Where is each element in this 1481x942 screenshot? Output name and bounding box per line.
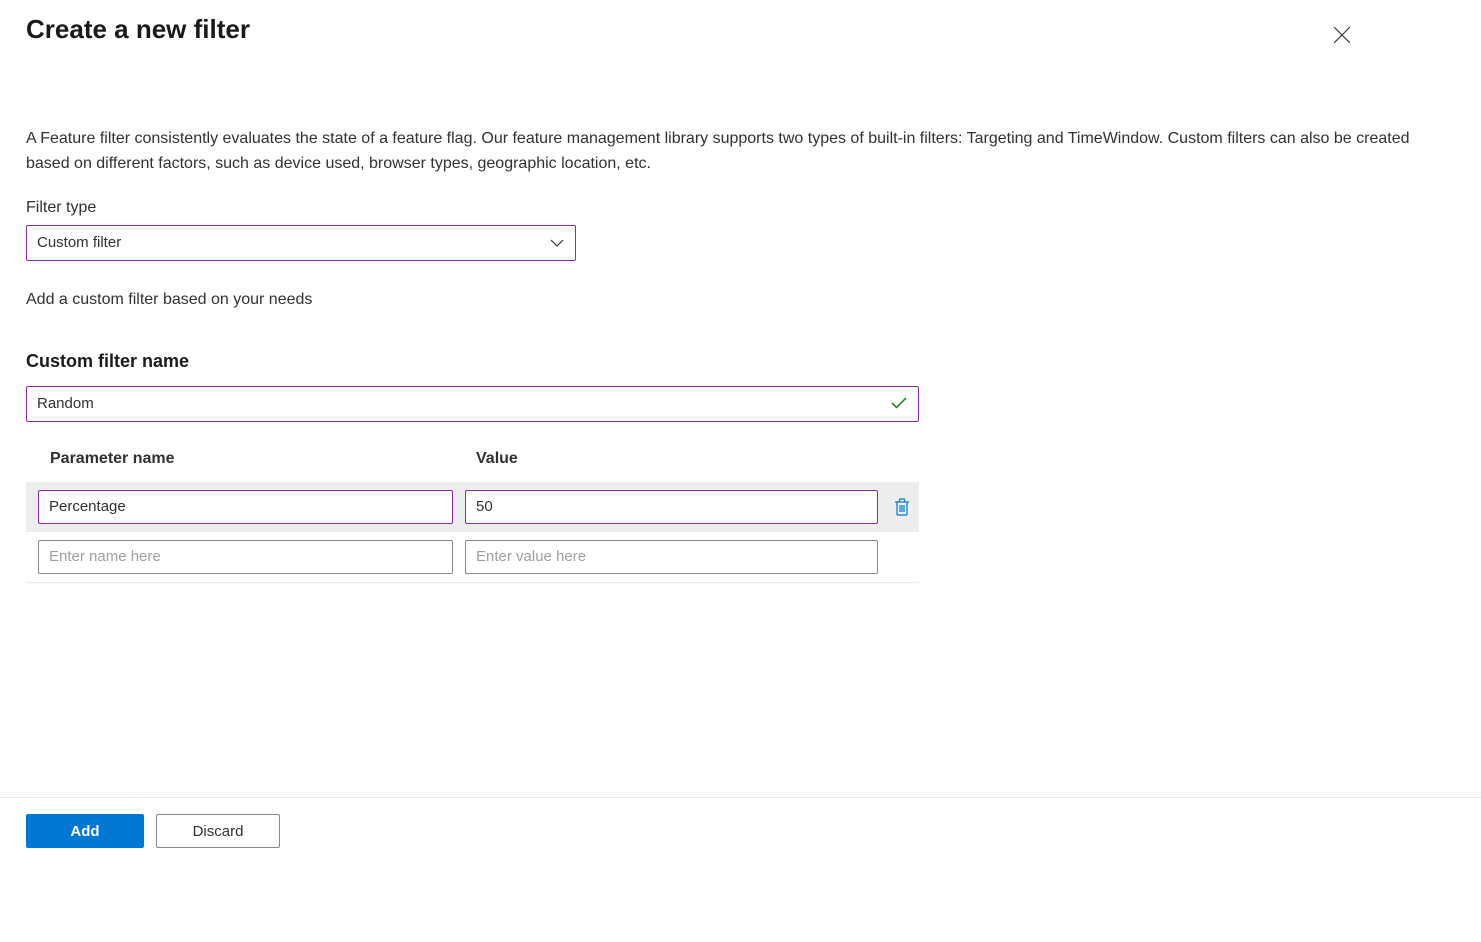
parameter-name-input[interactable] [38,540,453,574]
page-description: A Feature filter consistently evaluates … [26,127,1455,177]
filter-type-label: Filter type [26,199,1455,217]
parameter-value-input[interactable] [465,540,878,574]
close-button[interactable] [1329,22,1355,51]
trash-icon [894,498,910,516]
table-divider [26,582,919,583]
parameter-value-input[interactable] [465,490,878,524]
add-button[interactable]: Add [26,814,144,848]
column-header-value: Value [476,450,518,468]
custom-filter-name-heading: Custom filter name [26,351,1455,372]
page-title: Create a new filter [26,14,250,45]
filter-type-select[interactable] [26,225,576,261]
custom-filter-name-input[interactable] [26,386,919,422]
close-icon [1333,26,1351,44]
table-row [26,482,919,532]
parameter-name-input[interactable] [38,490,453,524]
table-row [26,532,919,582]
delete-row-button[interactable] [890,494,914,520]
column-header-parameter-name: Parameter name [50,450,476,468]
filter-type-helper: Add a custom filter based on your needs [26,291,1455,309]
discard-button[interactable]: Discard [156,814,280,848]
check-icon [891,396,907,412]
footer: Add Discard [0,797,1481,864]
parameters-table: Parameter name Value [26,450,919,582]
